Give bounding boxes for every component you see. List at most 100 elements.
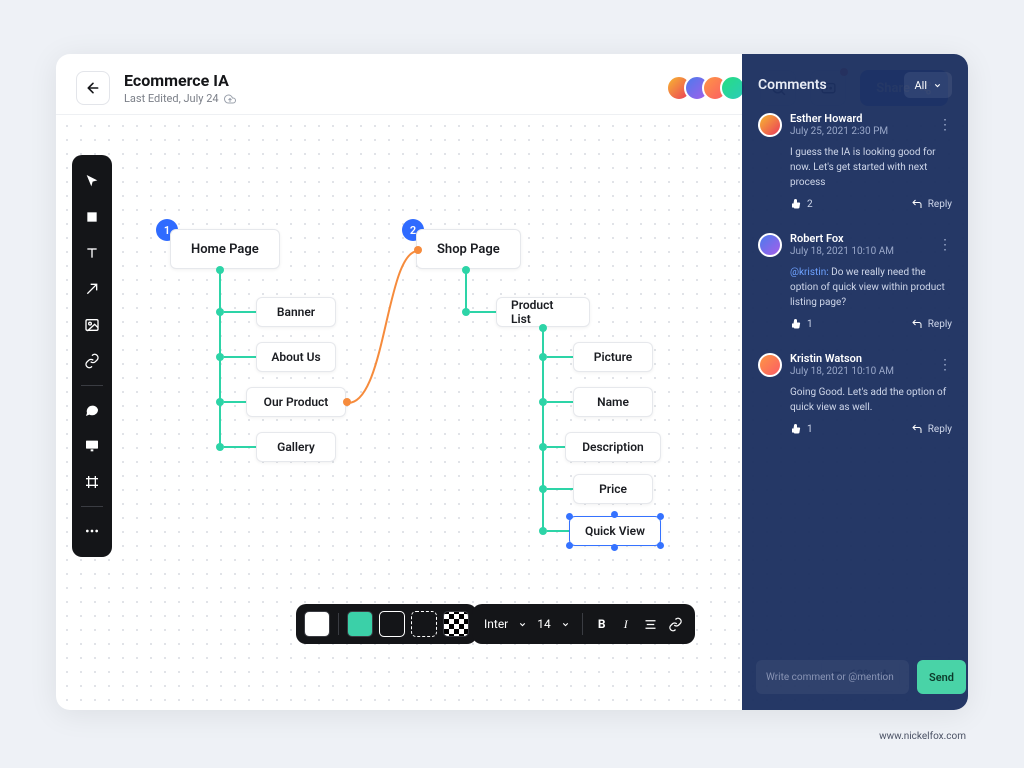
connector <box>542 331 544 531</box>
node-description[interactable]: Description <box>565 432 661 462</box>
reply-button[interactable]: Reply <box>911 318 952 330</box>
avatar <box>758 233 782 257</box>
separator <box>582 613 583 635</box>
node-product-list[interactable]: Product List <box>496 297 590 327</box>
collaborator-avatars[interactable] <box>674 75 746 101</box>
node-picture[interactable]: Picture <box>573 342 653 372</box>
like-button[interactable]: 2 <box>790 198 813 210</box>
image-icon <box>84 317 100 333</box>
like-count: 1 <box>807 424 813 435</box>
back-button[interactable] <box>76 71 110 105</box>
text-tool[interactable] <box>76 237 108 269</box>
node-about-us[interactable]: About Us <box>256 342 336 372</box>
doc-meta: Last Edited, July 24 <box>124 92 236 105</box>
selection-handle[interactable] <box>611 544 618 551</box>
comment-date: July 18, 2021 10:10 AM <box>790 246 930 257</box>
comment-text: I guess the IA is looking good for now. … <box>790 145 952 190</box>
like-button[interactable]: 1 <box>790 423 813 435</box>
comment-more-button[interactable]: ⋮ <box>938 117 952 133</box>
cloud-icon <box>224 93 236 105</box>
border-outline[interactable] <box>379 611 405 637</box>
comments-list: Esther Howard July 25, 2021 2:30 PM ⋮ I … <box>742 112 968 648</box>
selection-handle[interactable] <box>566 542 573 549</box>
link-icon[interactable] <box>668 617 683 632</box>
port <box>539 443 547 451</box>
separator <box>81 385 103 386</box>
port <box>539 527 547 535</box>
comment-input[interactable] <box>756 660 909 694</box>
pattern-checker[interactable] <box>443 611 469 637</box>
connector <box>547 446 565 448</box>
port <box>414 246 422 254</box>
text-icon <box>84 245 100 261</box>
border-dashed[interactable] <box>411 611 437 637</box>
cursor-tool[interactable] <box>76 165 108 197</box>
port <box>462 308 470 316</box>
port <box>539 353 547 361</box>
chevron-down-icon <box>561 620 570 629</box>
selection-handle[interactable] <box>657 513 664 520</box>
square-icon <box>85 210 99 224</box>
reply-button[interactable]: Reply <box>911 198 952 210</box>
comment-more-button[interactable]: ⋮ <box>938 357 952 373</box>
comment: Robert Fox July 18, 2021 10:10 AM ⋮ @kri… <box>758 232 952 330</box>
font-size-select[interactable]: 14 <box>537 617 551 631</box>
image-tool[interactable] <box>76 309 108 341</box>
present-tool[interactable] <box>76 430 108 462</box>
selection-handle[interactable] <box>566 513 573 520</box>
align-icon[interactable] <box>643 617 658 632</box>
port <box>216 353 224 361</box>
fill-swatch[interactable] <box>304 611 330 637</box>
doc-title: Ecommerce IA <box>124 71 236 90</box>
connector <box>465 273 467 313</box>
separator <box>338 613 339 635</box>
node-name[interactable]: Name <box>573 387 653 417</box>
node-home-page[interactable]: Home Page <box>170 229 280 269</box>
node-price[interactable]: Price <box>573 474 653 504</box>
separator <box>81 506 103 507</box>
port <box>343 398 351 406</box>
node-gallery[interactable]: Gallery <box>256 432 336 462</box>
selection-handle[interactable] <box>611 511 618 518</box>
comment-more-button[interactable]: ⋮ <box>938 237 952 253</box>
node-our-product[interactable]: Our Product <box>246 387 346 417</box>
node-banner[interactable]: Banner <box>256 297 336 327</box>
border-solid[interactable] <box>347 611 373 637</box>
connector <box>224 401 246 403</box>
filter-label: All <box>914 79 927 92</box>
selection-handle[interactable] <box>657 542 664 549</box>
more-tool[interactable] <box>76 515 108 547</box>
last-edited: Last Edited, July 24 <box>124 92 219 105</box>
frame-tool[interactable] <box>76 466 108 498</box>
style-toolbar <box>296 604 477 644</box>
node-shop-page[interactable]: Shop Page <box>416 229 521 269</box>
send-button[interactable]: Send <box>917 660 966 694</box>
italic-button[interactable]: I <box>619 617 633 632</box>
comments-title: Comments <box>758 77 827 93</box>
comment-author: Kristin Watson <box>790 352 930 365</box>
more-icon <box>84 523 100 539</box>
reply-icon <box>911 423 923 435</box>
curve-connector <box>346 245 422 407</box>
comment-tool[interactable] <box>76 394 108 426</box>
reply-button[interactable]: Reply <box>911 423 952 435</box>
like-button[interactable]: 1 <box>790 318 813 330</box>
bold-button[interactable]: B <box>595 617 609 631</box>
reply-icon <box>911 198 923 210</box>
connector <box>470 311 496 313</box>
like-count: 1 <box>807 319 813 330</box>
comment-date: July 25, 2021 2:30 PM <box>790 126 930 137</box>
connector <box>547 356 573 358</box>
comments-panel: Comments All Esther Howard July 25, 2021… <box>742 54 968 710</box>
arrow-tool[interactable] <box>76 273 108 305</box>
like-count: 2 <box>807 199 813 210</box>
link-tool[interactable] <box>76 345 108 377</box>
node-quick-view[interactable]: Quick View <box>569 516 661 546</box>
rectangle-tool[interactable] <box>76 201 108 233</box>
font-select[interactable]: Inter <box>484 617 508 631</box>
comments-filter[interactable]: All <box>904 72 952 98</box>
monitor-icon <box>84 438 100 454</box>
port <box>216 308 224 316</box>
thumbs-up-icon <box>790 318 802 330</box>
arrow-icon <box>84 281 100 297</box>
